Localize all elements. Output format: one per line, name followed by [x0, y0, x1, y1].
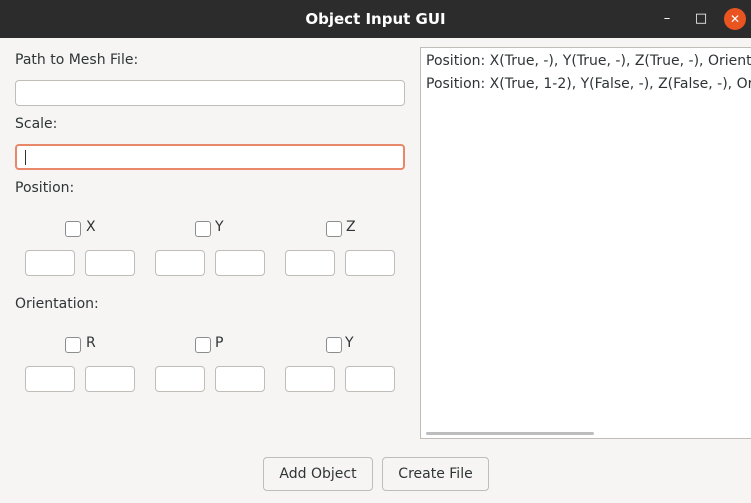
- orientation-r-min-input[interactable]: [25, 366, 75, 392]
- minimize-icon[interactable]: –: [656, 8, 678, 30]
- horizontal-scrollbar[interactable]: [426, 432, 594, 435]
- position-z-min-input[interactable]: [285, 250, 335, 276]
- orientation-y-label: Y: [345, 335, 354, 351]
- maximize-icon[interactable]: □: [690, 8, 712, 30]
- position-z-max-input[interactable]: [345, 250, 395, 276]
- mesh-path-input[interactable]: [15, 80, 405, 106]
- position-y-max-input[interactable]: [215, 250, 265, 276]
- mesh-path-label: Path to Mesh File:: [15, 52, 139, 68]
- orientation-r-checkbox[interactable]: [65, 337, 81, 353]
- orientation-p-checkbox[interactable]: [195, 337, 211, 353]
- position-label: Position:: [15, 180, 75, 196]
- orientation-p-min-input[interactable]: [155, 366, 205, 392]
- list-item[interactable]: Position: X(True, -), Y(True, -), Z(True…: [426, 53, 751, 69]
- window-title: Object Input GUI: [305, 10, 446, 28]
- position-x-checkbox[interactable]: [65, 221, 81, 237]
- objects-listbox[interactable]: Position: X(True, -), Y(True, -), Z(True…: [420, 47, 751, 439]
- orientation-r-max-input[interactable]: [85, 366, 135, 392]
- orientation-p-label: P: [215, 335, 224, 351]
- scale-input[interactable]: [15, 144, 405, 170]
- position-z-checkbox[interactable]: [326, 221, 342, 237]
- orientation-y-min-input[interactable]: [285, 366, 335, 392]
- close-icon[interactable]: ✕: [724, 8, 746, 30]
- list-item[interactable]: Position: X(True, 1-2), Y(False, -), Z(F…: [426, 76, 751, 92]
- create-file-button[interactable]: Create File: [382, 457, 489, 491]
- orientation-p-max-input[interactable]: [215, 366, 265, 392]
- position-y-min-input[interactable]: [155, 250, 205, 276]
- orientation-y-max-input[interactable]: [345, 366, 395, 392]
- add-object-button[interactable]: Add Object: [263, 457, 373, 491]
- title-bar: Object Input GUI – □ ✕: [0, 0, 751, 38]
- position-y-label: Y: [215, 219, 224, 235]
- position-x-min-input[interactable]: [25, 250, 75, 276]
- orientation-y-checkbox[interactable]: [326, 337, 342, 353]
- orientation-label: Orientation:: [15, 296, 99, 312]
- position-y-checkbox[interactable]: [195, 221, 211, 237]
- scale-label: Scale:: [15, 116, 58, 132]
- orientation-r-label: R: [86, 335, 96, 351]
- text-cursor: [25, 150, 26, 165]
- position-x-max-input[interactable]: [85, 250, 135, 276]
- position-z-label: Z: [346, 219, 356, 235]
- position-x-label: X: [86, 219, 96, 235]
